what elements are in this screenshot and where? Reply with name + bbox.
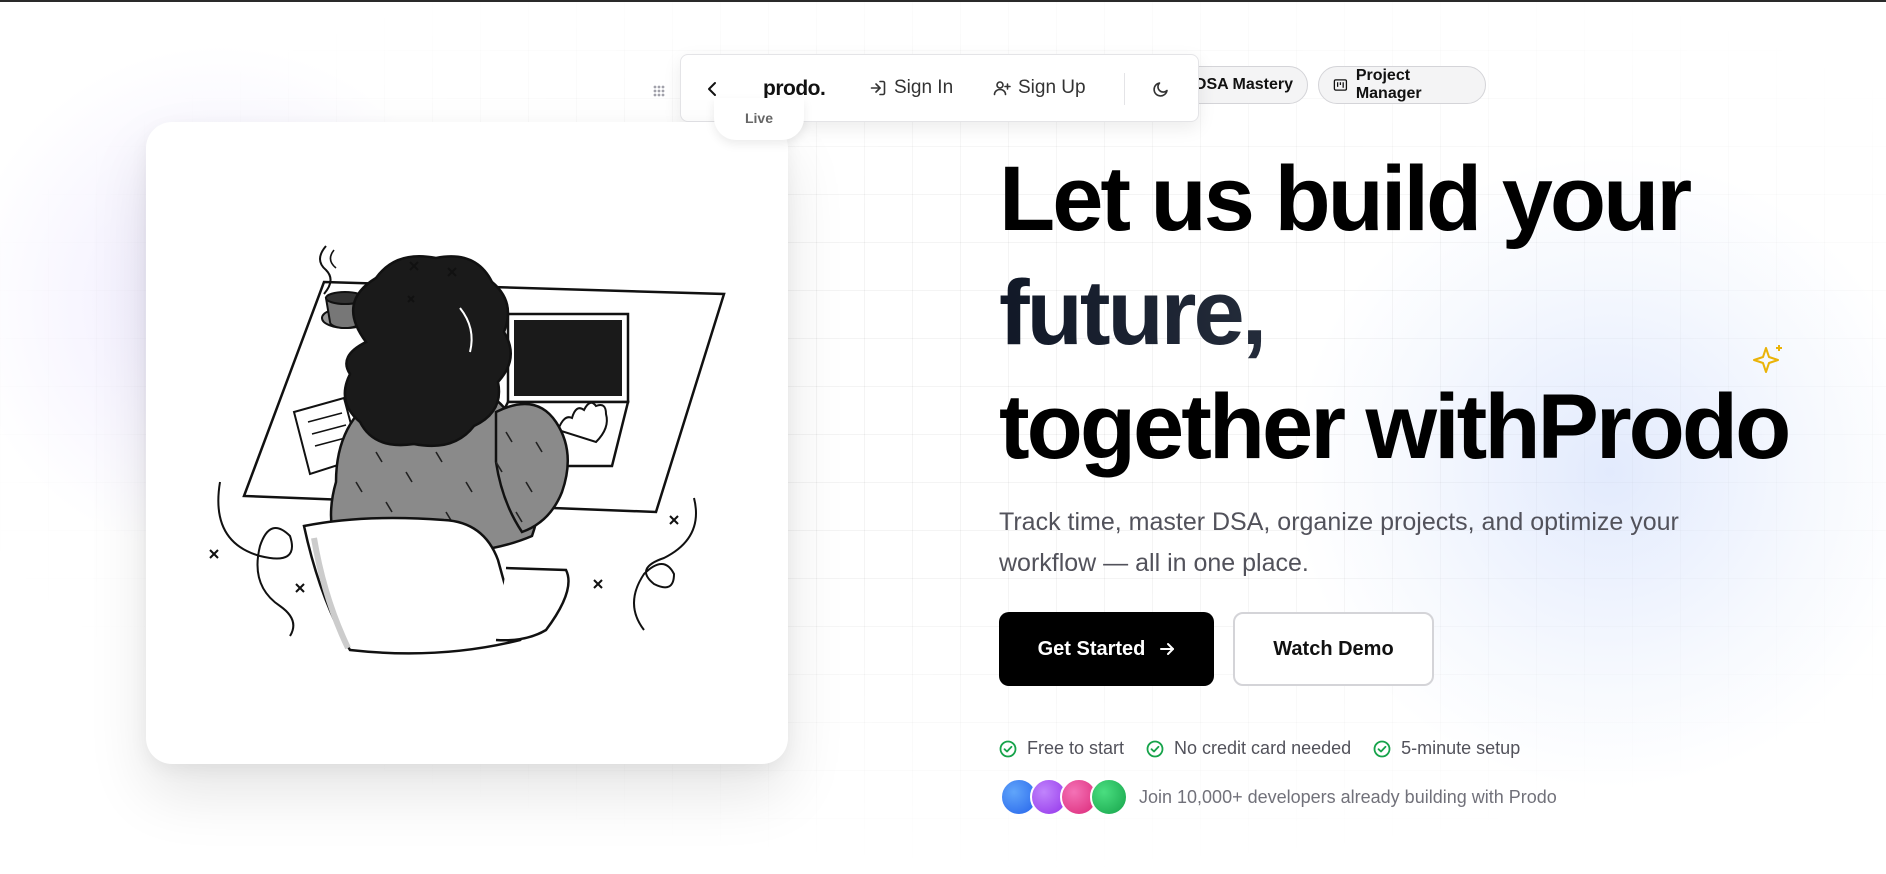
feature-list: Free to start No credit card needed 5-mi… [999, 738, 1520, 759]
hero-title-line-1: Let us build your [999, 148, 1692, 250]
sign-in-icon [870, 80, 886, 96]
avatar-stack [1000, 778, 1128, 816]
hero-title-line-3: together withProdo [999, 376, 1791, 478]
kanban-icon [1333, 79, 1348, 91]
sign-in-label: Sign In [894, 77, 954, 98]
sign-up-label: Sign Up [1018, 77, 1086, 98]
nav-divider [1124, 73, 1125, 105]
feature-item: Free to start [999, 738, 1124, 759]
moon-icon[interactable] [1149, 77, 1173, 101]
feature-label: Free to start [1027, 738, 1125, 758]
avatar [1090, 778, 1128, 816]
watch-demo-button[interactable]: Watch Demo [1233, 612, 1434, 686]
live-tab[interactable]: Live [714, 98, 804, 140]
user-plus-icon [993, 81, 1011, 96]
person-at-desk-illustration [209, 245, 726, 655]
check-circle-icon [1146, 740, 1164, 757]
hero-subtitle: Track time, master DSA, organize project… [999, 508, 1679, 577]
pill-project-manager[interactable]: Project Manager [1318, 66, 1486, 104]
hero-title-line-2: future, [999, 256, 1819, 370]
feature-item: 5-minute setup [1373, 738, 1520, 759]
feature-item: No credit card needed [1146, 738, 1351, 759]
get-started-label: Get Started [1037, 637, 1146, 660]
illustration-card [146, 122, 788, 764]
check-circle-icon [999, 740, 1017, 757]
arrow-right-icon [1160, 643, 1175, 655]
feature-label: No credit card needed [1174, 738, 1352, 758]
sign-up-link[interactable]: Sign Up [993, 77, 1086, 99]
feature-label: 5-minute setup [1401, 738, 1521, 758]
pill-project-manager-label: Project Manager [1355, 67, 1422, 102]
sign-in-link[interactable]: Sign In [869, 77, 953, 99]
get-started-button[interactable]: Get Started [999, 612, 1214, 686]
watch-demo-label: Watch Demo [1273, 637, 1394, 660]
pill-dsa-label: DSA Mastery [1194, 76, 1293, 93]
social-proof-text: Join 10,000+ developers already building… [1139, 787, 1557, 807]
check-circle-icon [1373, 740, 1391, 757]
sparkle-icon [1753, 345, 1782, 373]
grip-dots-icon[interactable] [646, 78, 672, 104]
hero-title: Let us build your future, together withP… [999, 142, 1819, 484]
